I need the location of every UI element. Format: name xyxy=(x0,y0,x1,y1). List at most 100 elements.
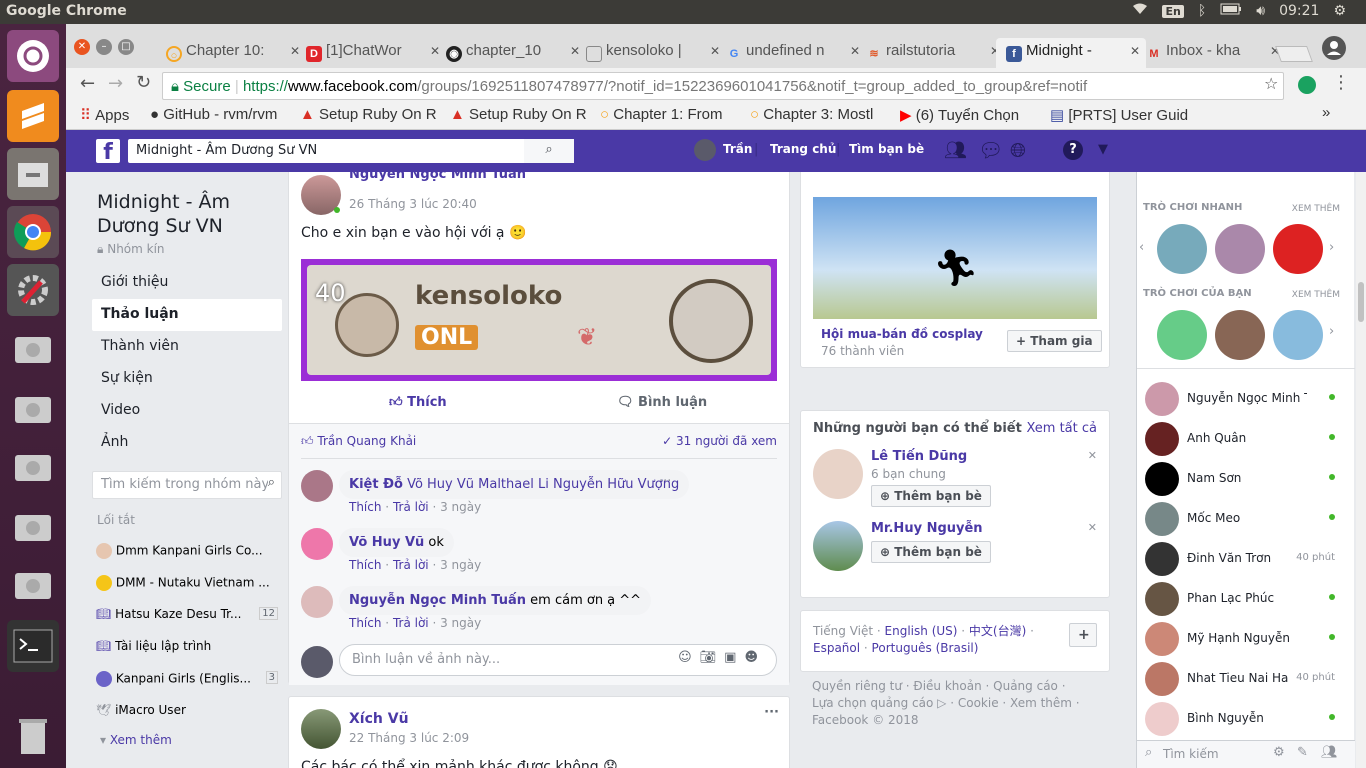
add-friend-button[interactable]: ⊕ Thêm bạn bè xyxy=(871,541,991,563)
chat-contact[interactable]: Anh Quân xyxy=(1145,420,1335,458)
find-friends-link[interactable]: Tìm bạn bè xyxy=(849,142,924,156)
drive-icon[interactable] xyxy=(7,324,59,376)
facebook-search-input[interactable]: Midnight - Âm Dương Sư VN ⌕ xyxy=(128,139,574,163)
drive-icon[interactable] xyxy=(7,384,59,436)
dismiss-icon[interactable]: ✕ xyxy=(1088,449,1097,462)
browser-tab-active[interactable]: f Midnight - ✕ xyxy=(996,38,1146,68)
wifi-icon[interactable] xyxy=(1132,3,1148,19)
comment-reply-link[interactable]: Trả lời xyxy=(393,616,429,630)
chevron-right-icon[interactable]: › xyxy=(1329,324,1334,339)
footer-link[interactable]: Quyền riêng tư xyxy=(812,679,902,693)
seen-count[interactable]: ✓ 31 người đã xem xyxy=(662,434,777,448)
browser-tab[interactable]: kensoloko | ✕ xyxy=(576,38,726,68)
bookmark-item[interactable]: ▶ (6) Tuyển Chọn xyxy=(900,106,1040,124)
game-thumbnail[interactable] xyxy=(1157,224,1207,274)
person-avatar[interactable] xyxy=(813,521,863,571)
like-button[interactable]: 👍︎ Thích xyxy=(389,395,447,410)
shortcut-item[interactable]: Kanpani Girls (Englis... 3 xyxy=(96,671,280,687)
group-search-input[interactable]: Tìm kiếm trong nhóm này ⌕ xyxy=(92,471,282,499)
chevron-left-icon[interactable]: ‹ xyxy=(1139,240,1144,255)
comment-options-icon[interactable]: ··· xyxy=(659,474,671,489)
chat-contact[interactable]: Nhat Tieu Nai Ha 40 phút xyxy=(1145,660,1335,698)
language-link[interactable]: 中文(台灣) xyxy=(969,624,1026,638)
chrome-menu-icon[interactable]: ⋮ xyxy=(1332,72,1350,93)
likers-summary[interactable]: 👍︎ Trần Quang Khải xyxy=(301,434,416,449)
comment-time[interactable]: 3 ngày xyxy=(440,500,481,514)
profile-link[interactable]: Trần xyxy=(723,142,752,156)
new-message-icon[interactable]: ✎ xyxy=(1297,745,1308,760)
minimize-window-icon[interactable]: – xyxy=(96,39,112,55)
nav-discussion[interactable]: Thảo luận xyxy=(92,299,282,331)
drive-icon[interactable] xyxy=(7,560,59,612)
file-manager-icon[interactable] xyxy=(7,148,59,200)
dismiss-icon[interactable]: ✕ xyxy=(1088,521,1097,534)
suggested-group-name[interactable]: Hội mua-bán đồ cosplay xyxy=(821,327,983,341)
commenter-avatar[interactable] xyxy=(301,528,333,560)
footer-link[interactable]: Lựa chọn quảng cáo xyxy=(812,696,933,710)
shortcut-item[interactable]: Dmm Kanpani Girls Co... xyxy=(96,543,280,559)
sublime-text-icon[interactable] xyxy=(7,90,59,142)
bookmark-item[interactable]: ▤ [PRTS] User Guid xyxy=(1050,106,1190,124)
comment-reply-link[interactable]: Trả lời xyxy=(393,500,429,514)
browser-tab[interactable]: M Inbox - kha ✕ xyxy=(1136,38,1286,68)
chrome-browser-icon[interactable] xyxy=(7,206,59,258)
battery-icon[interactable] xyxy=(1220,3,1242,19)
chat-contact[interactable]: Nguyễn Ngọc Minh T... xyxy=(1145,380,1335,418)
account-menu-icon[interactable]: ▼ xyxy=(1098,142,1108,157)
shortcut-item[interactable]: 📖︎ Tài liệu lập trình xyxy=(96,639,280,653)
language-link[interactable]: Português (Brasil) xyxy=(872,641,979,655)
messenger-icon[interactable]: 💬︎ xyxy=(978,138,1003,162)
person-name[interactable]: Mr.Huy Nguyễn xyxy=(871,521,983,536)
camera-icon[interactable]: 📷︎ xyxy=(700,650,725,665)
browser-tab[interactable]: D [1]ChatWor ✕ xyxy=(296,38,446,68)
game-thumbnail[interactable] xyxy=(1157,310,1207,360)
see-all-link[interactable]: Xem tất cả xyxy=(1026,421,1097,436)
see-more-shortcuts[interactable]: ▾ Xem thêm xyxy=(92,733,282,747)
trash-icon[interactable] xyxy=(7,710,59,762)
extension-icon[interactable] xyxy=(1298,76,1316,94)
commenter-avatar[interactable] xyxy=(301,586,333,618)
sticker-icon[interactable]: ☻ xyxy=(744,650,766,665)
drive-icon[interactable] xyxy=(7,442,59,494)
post-timestamp[interactable]: 22 Tháng 3 lúc 2:09 xyxy=(349,731,469,745)
nav-members[interactable]: Thành viên xyxy=(92,331,282,363)
comment-input[interactable]: Bình luận về ảnh này... ☺📷︎▣☻ xyxy=(339,644,777,676)
post-author[interactable]: Xích Vũ xyxy=(349,711,409,727)
post-image[interactable]: 40 kensoloko ONL ❦ xyxy=(301,259,777,381)
comment-like-link[interactable]: Thích xyxy=(349,500,381,514)
search-icon[interactable]: ⌕ xyxy=(524,139,574,163)
browser-tab[interactable]: ○ Chapter 10: ✕ xyxy=(156,38,306,68)
person-avatar[interactable] xyxy=(813,449,863,499)
profile-icon[interactable] xyxy=(1322,36,1346,60)
new-tab-button[interactable] xyxy=(1275,46,1313,62)
forward-arrow-icon[interactable]: → xyxy=(108,73,123,94)
gif-icon[interactable]: ▣ xyxy=(724,650,744,665)
home-link[interactable]: Trang chủ xyxy=(770,142,836,156)
chat-settings-icon[interactable]: ⚙ xyxy=(1273,745,1285,760)
group-cover-image[interactable]: 🏃︎ xyxy=(813,197,1097,319)
comment-time[interactable]: 3 ngày xyxy=(440,616,481,630)
footer-link[interactable]: Cookie xyxy=(958,696,999,710)
nav-photos[interactable]: Ảnh xyxy=(92,427,282,459)
keyboard-layout-indicator[interactable]: En xyxy=(1162,4,1184,18)
bookmark-item[interactable]: ● GitHub - rvm/rvm xyxy=(150,106,290,123)
language-link[interactable]: Español xyxy=(813,641,860,655)
system-settings-icon[interactable] xyxy=(7,264,59,316)
chat-contact[interactable]: Nam Sơn xyxy=(1145,460,1335,498)
browser-tab[interactable]: ◉ chapter_10 ✕ xyxy=(436,38,586,68)
terminal-icon[interactable] xyxy=(7,620,59,672)
your-games-see-more[interactable]: XEM THÊM xyxy=(1292,290,1340,300)
shortcut-item[interactable]: DMM - Nutaku Vietnam ... xyxy=(96,575,280,591)
group-title[interactable]: Midnight - Âm Dương Sư VN xyxy=(92,190,282,238)
user-avatar[interactable] xyxy=(694,139,716,161)
commenter-avatar[interactable] xyxy=(301,470,333,502)
chat-search-bar[interactable]: ⌕ Tìm kiếm ⚙ ✎ 👥︎ xyxy=(1137,740,1355,768)
nav-videos[interactable]: Video xyxy=(92,395,282,427)
person-name[interactable]: Lê Tiến Dũng xyxy=(871,449,967,464)
chat-contact[interactable]: Đinh Văn Trơn 40 phút xyxy=(1145,540,1335,578)
ubuntu-dash-icon[interactable] xyxy=(7,30,59,82)
scrollbar-thumb[interactable] xyxy=(1358,282,1364,322)
bookmark-star-icon[interactable]: ☆ xyxy=(1264,74,1278,93)
new-group-icon[interactable]: 👥︎ xyxy=(1321,745,1338,760)
clock[interactable]: 09:21 xyxy=(1279,3,1319,19)
